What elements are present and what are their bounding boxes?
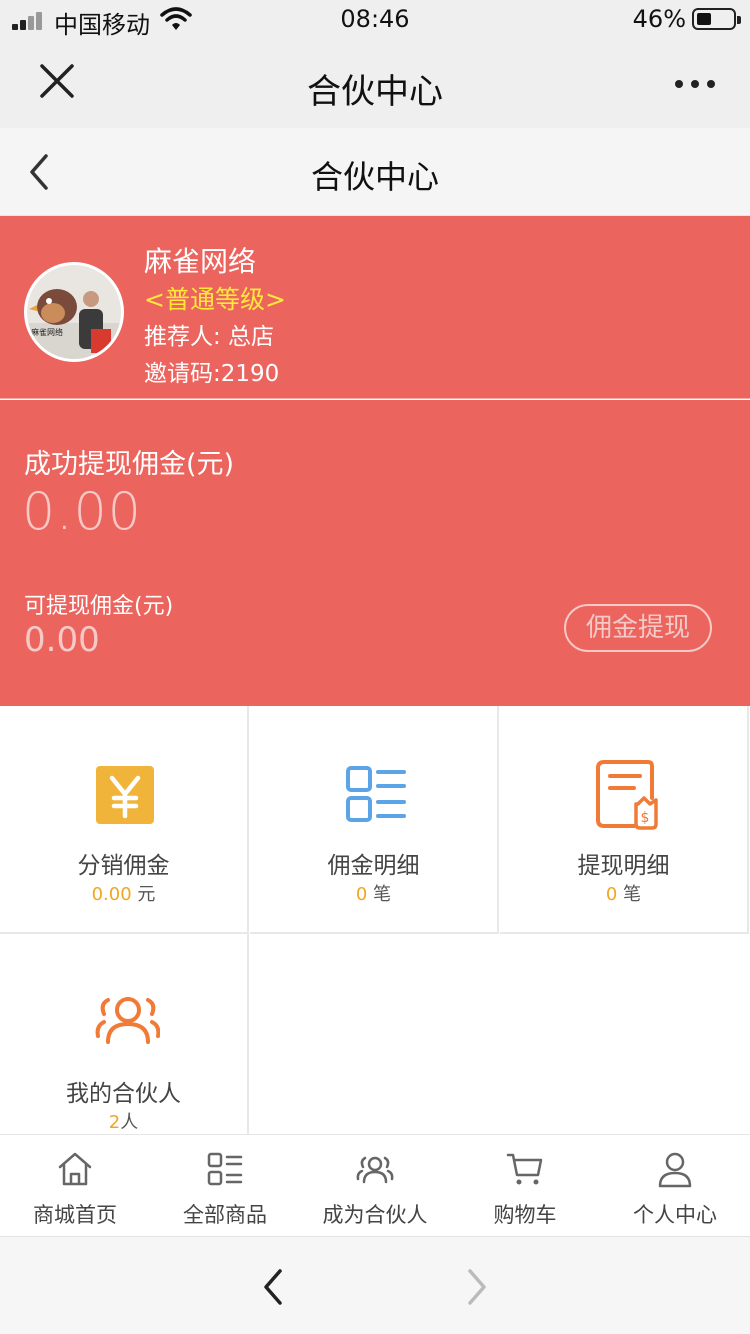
withdraw-document-icon: $ — [596, 760, 658, 830]
grid-item-unit: 人 — [120, 1112, 139, 1133]
referrer-text: 推荐人: 总店 — [144, 324, 275, 350]
user-icon — [658, 1152, 692, 1188]
svg-text:$: $ — [641, 810, 650, 826]
avatar-image: 麻雀网络 — [27, 265, 121, 359]
tab-label: 成为合伙人 — [322, 1203, 428, 1227]
cart-icon — [506, 1153, 543, 1185]
people-icon — [95, 997, 160, 1044]
tab-cart[interactable]: 购物车 — [450, 1135, 600, 1237]
available-commission-label: 可提现佣金(元) — [24, 594, 174, 619]
tab-label: 个人中心 — [633, 1203, 717, 1227]
withdrawn-commission-label: 成功提现佣金(元) — [24, 449, 235, 480]
grid-item-commission-details[interactable]: 佣金明细 0 笔 — [250, 706, 499, 934]
invite-code: 邀请码:2190 — [144, 361, 280, 387]
grid-item-label: 提现明细 — [577, 853, 670, 879]
grid-item-distribution-commission[interactable]: 分销佣金 0.00 元 — [0, 706, 249, 934]
avatar-logo-text: 麻雀网络 — [31, 327, 63, 337]
page-header: 合伙中心 — [0, 128, 750, 216]
browser-back-icon[interactable] — [254, 1265, 294, 1309]
profile-banner: 麻雀网络 麻雀网络 <普通等级> 推荐人: 总店 邀请码:2190 — [0, 216, 750, 399]
more-icon[interactable] — [670, 66, 720, 102]
grid-item-value: 0 — [605, 884, 618, 905]
page-title: 合伙中心 — [310, 158, 439, 196]
bottom-tab-bar: 商城首页 全部商品 成为合伙人 购物车 个人中心 — [0, 1134, 750, 1236]
battery-percent: 46% — [632, 5, 686, 33]
tab-personal-center[interactable]: 个人中心 — [600, 1135, 750, 1237]
member-level: <普通等级> — [144, 285, 286, 314]
withdrawn-commission-amount: 0.00 — [22, 482, 142, 542]
grid-item-value: 0.00 — [91, 884, 132, 905]
grid-item-unit: 笔 — [373, 884, 392, 905]
grid-item-label: 我的合伙人 — [66, 1081, 181, 1107]
yen-icon — [96, 766, 154, 824]
available-commission-amount: 0.00 — [24, 620, 100, 660]
browser-nav-bar — [0, 1236, 750, 1334]
grid-list-icon — [207, 1152, 243, 1186]
partner-name: 麻雀网络 — [144, 245, 257, 278]
tab-label: 购物车 — [493, 1203, 557, 1227]
wechat-title: 合伙中心 — [307, 72, 443, 112]
grid-item-my-partners[interactable]: 我的合伙人 2人 — [0, 934, 249, 1134]
grid-item-withdrawal-details[interactable]: $ 提现明细 0 笔 — [500, 706, 749, 934]
tab-become-partner[interactable]: 成为合伙人 — [300, 1135, 450, 1237]
commission-summary: 成功提现佣金(元) 0.00 可提现佣金(元) 0.00 佣金提现 — [0, 400, 750, 706]
wechat-title-bar: 合伙中心 — [0, 40, 750, 128]
grid-item-value: 2 — [108, 1112, 121, 1133]
grid-item-unit: 元 — [137, 884, 156, 905]
grid-item-label: 分销佣金 — [77, 853, 170, 879]
grid-item-label: 佣金明细 — [327, 853, 420, 879]
browser-forward-icon[interactable] — [456, 1265, 496, 1309]
tab-all-products[interactable]: 全部商品 — [150, 1135, 300, 1237]
battery-icon — [692, 8, 741, 30]
avatar[interactable]: 麻雀网络 — [24, 262, 124, 362]
grid-item-value: 0 — [355, 884, 368, 905]
grid-item-unit: 笔 — [623, 884, 642, 905]
partners-icon — [356, 1156, 394, 1184]
home-icon — [58, 1152, 92, 1186]
status-bar: 中国移动 08:46 46% — [0, 0, 750, 40]
withdraw-commission-button[interactable]: 佣金提现 — [564, 604, 712, 652]
tab-label: 全部商品 — [183, 1203, 267, 1227]
list-icon — [346, 766, 406, 822]
tab-label: 商城首页 — [33, 1203, 117, 1227]
tab-home[interactable]: 商城首页 — [0, 1135, 150, 1237]
